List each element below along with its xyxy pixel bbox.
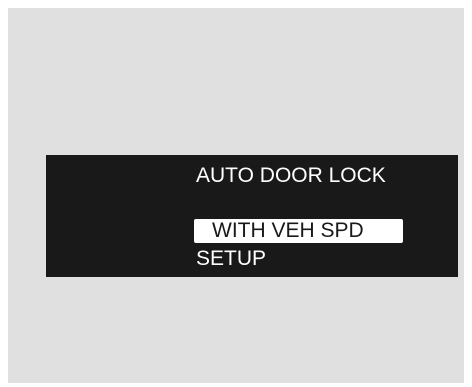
illustration-frame: AUTO DOOR LOCK WITH VEH SPD SETUP (8, 8, 464, 383)
multi-info-display: AUTO DOOR LOCK WITH VEH SPD SETUP (46, 155, 458, 277)
menu-option-label: WITH VEH SPD (212, 219, 364, 242)
menu-option-with-veh-spd[interactable]: WITH VEH SPD (194, 219, 403, 243)
menu-title: AUTO DOOR LOCK (196, 164, 386, 187)
menu-option-setup[interactable]: SETUP (196, 247, 266, 271)
